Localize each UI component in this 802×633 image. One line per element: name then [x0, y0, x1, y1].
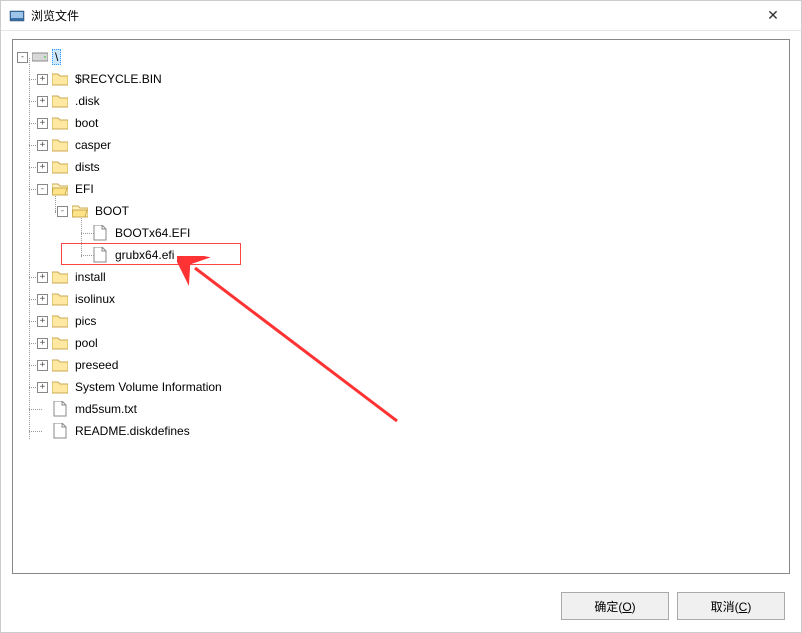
tree-label-root[interactable]: \: [52, 49, 61, 65]
ok-button[interactable]: 确定(O): [561, 592, 669, 620]
tree-label[interactable]: System Volume Information: [72, 379, 225, 395]
tree-node[interactable]: + pool: [17, 332, 785, 354]
tree-node[interactable]: + .disk: [17, 90, 785, 112]
expander-icon[interactable]: +: [37, 338, 48, 349]
expander-icon[interactable]: +: [37, 272, 48, 283]
folder-icon: [52, 313, 68, 329]
tree-node[interactable]: + isolinux: [17, 288, 785, 310]
tree-container: - \ + $RECYCLE.BIN + .disk +: [12, 39, 790, 574]
tree-node-file[interactable]: BOOTx64.EFI: [17, 222, 785, 244]
tree-label[interactable]: BOOT: [92, 203, 132, 219]
cancel-button[interactable]: 取消(C): [677, 592, 785, 620]
cancel-label: 取消(C): [711, 600, 752, 614]
tree-node[interactable]: + System Volume Information: [17, 376, 785, 398]
expander-icon[interactable]: +: [37, 118, 48, 129]
file-icon: [52, 423, 68, 439]
tree-node[interactable]: + preseed: [17, 354, 785, 376]
tree-label[interactable]: BOOTx64.EFI: [112, 225, 193, 241]
file-icon: [52, 401, 68, 417]
tree-label[interactable]: casper: [72, 137, 114, 153]
ok-label: 确定(O): [594, 600, 635, 614]
tree-label[interactable]: isolinux: [72, 291, 118, 307]
tree-label[interactable]: grubx64.efi: [112, 247, 177, 263]
folder-icon: [52, 379, 68, 395]
tree-label[interactable]: pool: [72, 335, 101, 351]
expander-icon[interactable]: +: [37, 360, 48, 371]
tree-label[interactable]: preseed: [72, 357, 121, 373]
tree-node[interactable]: + dists: [17, 156, 785, 178]
tree-node[interactable]: + casper: [17, 134, 785, 156]
tree-node-root[interactable]: - \: [17, 46, 785, 68]
folder-icon: [52, 335, 68, 351]
expander-icon[interactable]: +: [37, 96, 48, 107]
tree-label[interactable]: md5sum.txt: [72, 401, 140, 417]
folder-icon: [52, 93, 68, 109]
expander-icon[interactable]: +: [37, 140, 48, 151]
folder-icon: [52, 357, 68, 373]
tree-label[interactable]: install: [72, 269, 109, 285]
expander-icon[interactable]: -: [37, 184, 48, 195]
app-icon: [9, 8, 25, 24]
tree-label[interactable]: EFI: [72, 181, 97, 197]
expander-icon[interactable]: -: [17, 52, 28, 63]
folder-icon: [52, 115, 68, 131]
tree-label[interactable]: pics: [72, 313, 99, 329]
tree-label[interactable]: .disk: [72, 93, 103, 109]
expander-icon[interactable]: +: [37, 162, 48, 173]
folder-icon: [52, 137, 68, 153]
titlebar: 浏览文件 ✕: [1, 1, 801, 31]
folder-icon: [52, 71, 68, 87]
drive-icon: [32, 49, 48, 65]
expander-icon[interactable]: +: [37, 382, 48, 393]
expander-icon[interactable]: -: [57, 206, 68, 217]
tree-node[interactable]: + boot: [17, 112, 785, 134]
tree-node[interactable]: + pics: [17, 310, 785, 332]
folder-icon: [52, 159, 68, 175]
close-button[interactable]: ✕: [753, 1, 793, 31]
expander-icon[interactable]: +: [37, 294, 48, 305]
tree-label[interactable]: $RECYCLE.BIN: [72, 71, 165, 87]
tree-node[interactable]: + $RECYCLE.BIN: [17, 68, 785, 90]
tree-label[interactable]: README.diskdefines: [72, 423, 193, 439]
file-icon: [92, 247, 108, 263]
folder-icon: [52, 269, 68, 285]
tree-node-efi[interactable]: - EFI: [17, 178, 785, 200]
tree-node-file[interactable]: md5sum.txt: [17, 398, 785, 420]
tree-node[interactable]: + install: [17, 266, 785, 288]
folder-icon: [52, 291, 68, 307]
tree-node-file-grubx64[interactable]: grubx64.efi: [17, 244, 785, 266]
button-bar: 确定(O) 取消(C): [561, 592, 785, 620]
file-icon: [92, 225, 108, 241]
tree-node-file[interactable]: README.diskdefines: [17, 420, 785, 442]
folder-open-icon: [72, 203, 88, 219]
tree-label[interactable]: dists: [72, 159, 103, 175]
tree-node-boot[interactable]: - BOOT: [17, 200, 785, 222]
tree[interactable]: - \ + $RECYCLE.BIN + .disk +: [17, 46, 785, 442]
window-title: 浏览文件: [31, 7, 753, 24]
tree-label[interactable]: boot: [72, 115, 101, 131]
expander-icon[interactable]: +: [37, 74, 48, 85]
expander-icon[interactable]: +: [37, 316, 48, 327]
folder-open-icon: [52, 181, 68, 197]
